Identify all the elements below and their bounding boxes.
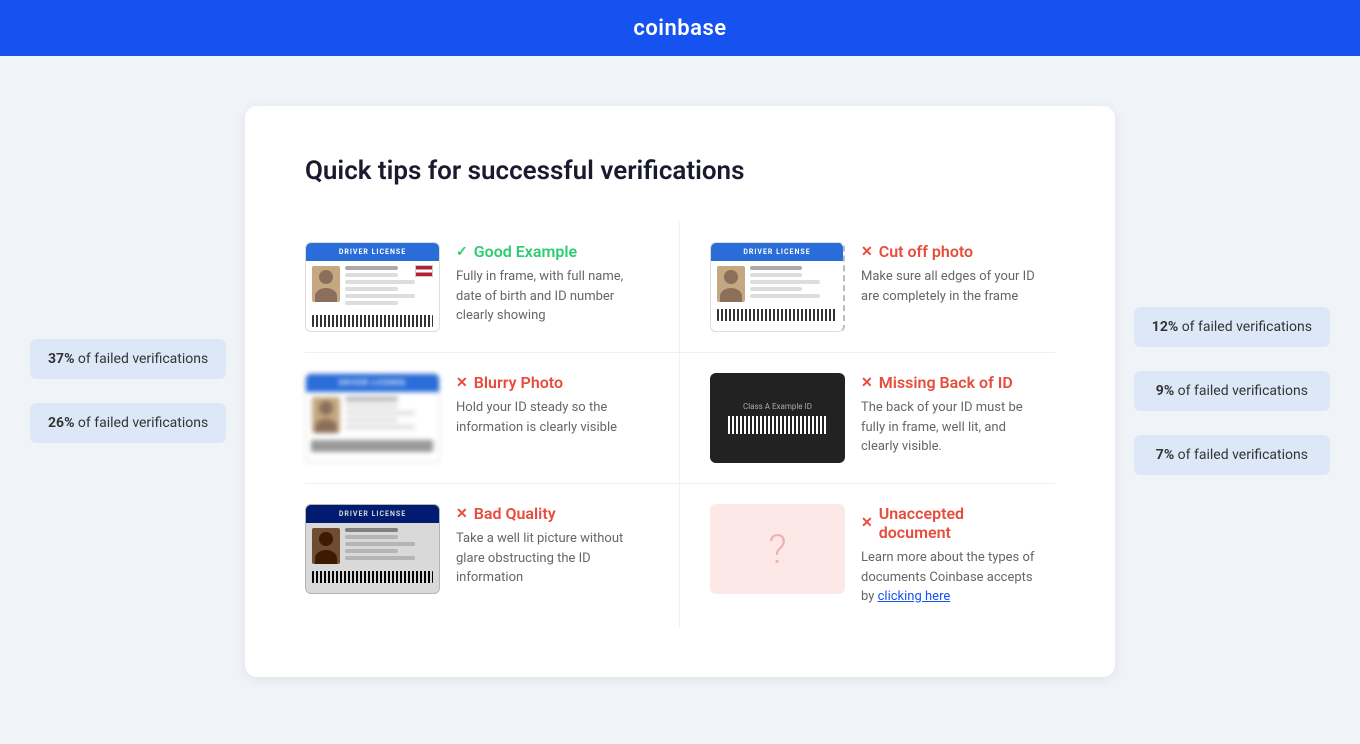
tip-back-content: ✕ Missing Back of ID The back of your ID… [861,373,1039,457]
right-stat-2-label: of failed verifications [1178,383,1308,399]
id-cutoff-visual: DRIVER LICENSE [710,242,845,332]
id-back-visual: Class A Example ID [710,373,845,463]
left-stat-1-label: of failed verifications [78,351,208,367]
tip-cutoff: DRIVER LICENSE [680,222,1055,353]
unaccepted-name: Unaccepted document [879,504,1039,542]
left-sidebar: 37% of failed verifications 26% of faile… [30,339,226,443]
bad-icon: ✕ [456,506,468,522]
right-sidebar: 12% of failed verifications 9% of failed… [1134,307,1330,475]
card-title: Quick tips for successful verifications [305,156,1055,186]
back-name: Missing Back of ID [879,373,1013,392]
tip-unaccepted-content: ✕ Unaccepted document Learn more about t… [861,504,1039,607]
tips-grid: DRIVER LICENSE [305,222,1055,627]
left-stat-2: 26% of failed verifications [30,403,226,443]
id-back-label: Class A Example ID [743,402,812,411]
cutoff-icon: ✕ [861,244,873,260]
cutoff-desc: Make sure all edges of your ID are compl… [861,267,1039,306]
coinbase-logo: coinbase [633,16,726,41]
question-mark-icon: ? [768,526,786,573]
header: coinbase [0,0,1360,56]
left-stat-2-percent: 26% [48,415,74,431]
right-stat-1-percent: 12% [1152,319,1178,335]
bad-name: Bad Quality [474,504,556,523]
right-stat-1: 12% of failed verifications [1134,307,1330,347]
main-card: Quick tips for successful verifications … [245,106,1115,677]
good-desc: Fully in frame, with full name, date of … [456,267,649,326]
tip-back-title: ✕ Missing Back of ID [861,373,1039,392]
unaccepted-desc: Learn more about the types of documents … [861,548,1039,607]
cutoff-name: Cut off photo [879,242,973,261]
tip-bad-quality: DRIVER LICENSE [305,484,680,627]
tip-bad-title: ✕ Bad Quality [456,504,649,523]
right-stat-3-label: of failed verifications [1178,447,1308,463]
page-wrapper: 37% of failed verifications 26% of faile… [0,56,1360,727]
good-icon: ✓ [456,244,468,260]
tip-bad-content: ✕ Bad Quality Take a well lit picture wi… [456,504,649,588]
tip-blurry-content: ✕ Blurry Photo Hold your ID steady so th… [456,373,649,437]
left-stat-2-label: of failed verifications [78,415,208,431]
blurry-desc: Hold your ID steady so the information i… [456,398,649,437]
tip-unaccepted-title: ✕ Unaccepted document [861,504,1039,542]
id-blurry-visual: DRIVER LICENSE [305,373,440,463]
right-stat-3-percent: 7% [1156,447,1174,463]
right-stat-3: 7% of failed verifications [1134,435,1330,475]
tip-missing-back: Class A Example ID ✕ Missing Back of ID … [680,353,1055,484]
unaccepted-icon: ✕ [861,515,873,531]
id-good-visual: DRIVER LICENSE [305,242,440,332]
blurry-name: Blurry Photo [474,373,563,392]
right-stat-2-percent: 9% [1156,383,1174,399]
left-stat-1-percent: 37% [48,351,74,367]
right-stat-2: 9% of failed verifications [1134,371,1330,411]
right-stat-1-label: of failed verifications [1182,319,1312,335]
bad-desc: Take a well lit picture without glare ob… [456,529,649,588]
tip-good-title: ✓ Good Example [456,242,649,261]
id-bad-visual: DRIVER LICENSE [305,504,440,594]
left-stat-1: 37% of failed verifications [30,339,226,379]
back-icon: ✕ [861,375,873,391]
blurry-icon: ✕ [456,375,468,391]
tip-cutoff-content: ✕ Cut off photo Make sure all edges of y… [861,242,1039,306]
tip-blurry-title: ✕ Blurry Photo [456,373,649,392]
tip-unaccepted: ? ✕ Unaccepted document Learn more about… [680,484,1055,627]
tip-good-example: DRIVER LICENSE [305,222,680,353]
tip-blurry: DRIVER LICENSE [305,353,680,484]
tip-cutoff-title: ✕ Cut off photo [861,242,1039,261]
tip-good-content: ✓ Good Example Fully in frame, with full… [456,242,649,326]
clicking-here-link[interactable]: clicking here [878,589,951,604]
id-unaccepted-visual: ? [710,504,845,594]
good-name: Good Example [474,242,577,261]
id-back-barcode [728,416,828,434]
back-desc: The back of your ID must be fully in fra… [861,398,1039,457]
